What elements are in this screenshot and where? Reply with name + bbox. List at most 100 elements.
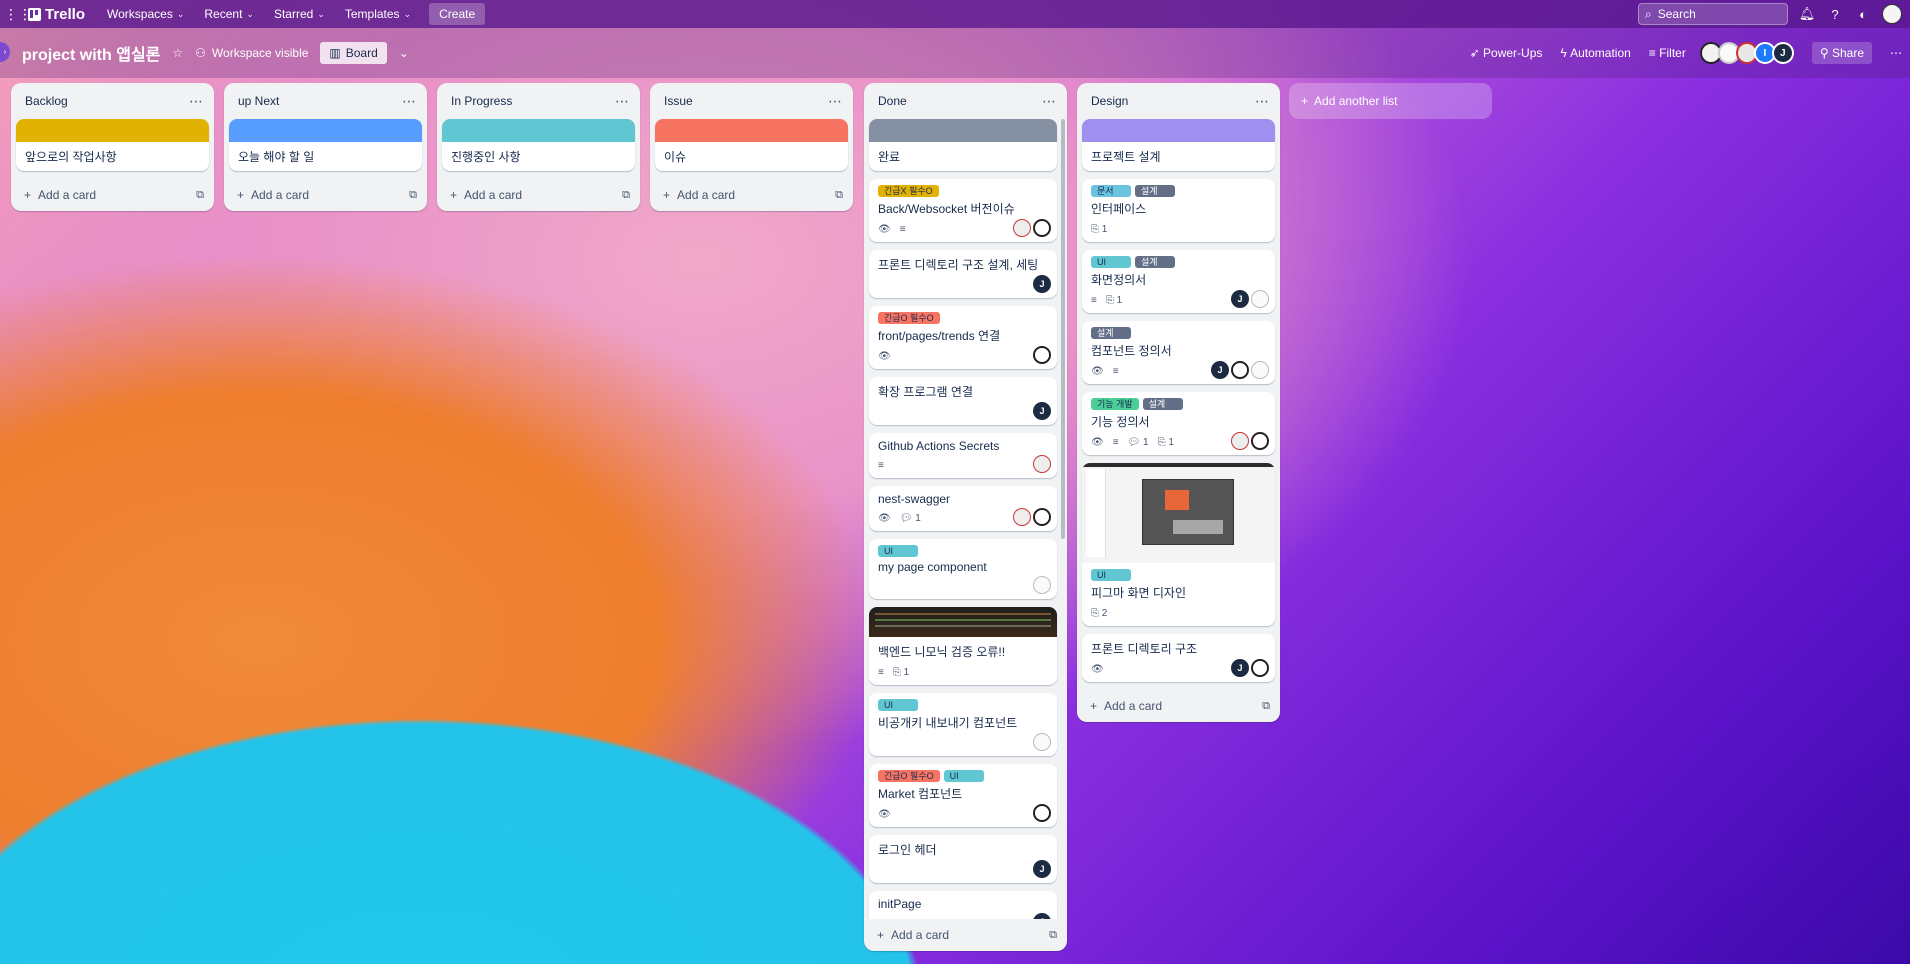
card[interactable]: 프론트 디렉토리 구조 👁︎ J (1082, 634, 1275, 682)
member-avatar[interactable] (1033, 804, 1051, 822)
board-view-button[interactable]: ▥ Board (320, 42, 387, 64)
card-template-icon[interactable]: ⧉ (1262, 700, 1270, 713)
account-avatar[interactable] (1882, 4, 1902, 24)
add-card-button[interactable]: + Add a card ⧉ (864, 919, 1067, 951)
card[interactable]: UI my page component (869, 539, 1057, 599)
list-title[interactable]: Design (1091, 94, 1128, 108)
theme-toggle-icon[interactable]: ◐ (1854, 7, 1872, 22)
search-input[interactable]: ⌕ Search (1638, 3, 1788, 25)
card[interactable]: 긴급X 필수O Back/Websocket 버전이슈 👁︎ ≡ (869, 179, 1057, 242)
member-avatar[interactable] (1231, 361, 1249, 379)
add-list-button[interactable]: + Add another list (1289, 83, 1492, 119)
member-avatar[interactable] (1033, 455, 1051, 473)
add-card-button[interactable]: + Add a card ⧉ (650, 179, 853, 211)
list-title[interactable]: Issue (664, 94, 693, 108)
visibility-button[interactable]: ⚇ Workspace visible (195, 46, 308, 60)
nav-starred[interactable]: Starred ⌄ (266, 3, 333, 25)
list-header[interactable]: up Next ⋯ (224, 83, 427, 119)
app-switcher-icon[interactable]: ⋮⋮ (4, 6, 32, 23)
nav-templates[interactable]: Templates ⌄ (337, 3, 419, 25)
member-avatar[interactable] (1251, 659, 1269, 677)
list-scrollbar[interactable] (1061, 119, 1065, 539)
card[interactable]: 긴급O 필수O UI Market 컴포넌트 👁︎ (869, 764, 1057, 827)
member-avatar[interactable] (1251, 361, 1269, 379)
card[interactable]: initPage J (869, 891, 1057, 919)
member-avatar[interactable] (1033, 508, 1051, 526)
card[interactable]: nest-swagger 👁︎ 💬︎ 1 (869, 486, 1057, 531)
list-title[interactable]: Backlog (25, 94, 68, 108)
list-title[interactable]: In Progress (451, 94, 512, 108)
card[interactable]: 앞으로의 작업사항 (16, 119, 209, 171)
list-title[interactable]: Done (878, 94, 907, 108)
list-menu-icon[interactable]: ⋯ (615, 93, 630, 110)
member-avatar[interactable] (1013, 508, 1031, 526)
member-avatar[interactable] (1033, 219, 1051, 237)
member-avatar[interactable]: J (1771, 42, 1794, 64)
automation-button[interactable]: ϟ Automation (1560, 46, 1630, 60)
trello-logo[interactable]: Trello (28, 6, 85, 23)
member-avatar[interactable]: J (1033, 860, 1051, 878)
card[interactable]: UI 설계 화면정의서 ≡ ⎘ 1 J (1082, 250, 1275, 313)
help-icon[interactable]: ? (1826, 7, 1844, 22)
card[interactable]: 프론트 디렉토리 구조 설계, 세팅 J (869, 250, 1057, 298)
list-menu-icon[interactable]: ⋯ (402, 93, 417, 110)
list-menu-icon[interactable]: ⋯ (189, 93, 204, 110)
member-avatar[interactable] (1013, 219, 1031, 237)
sidebar-expand-icon[interactable]: › (0, 42, 10, 62)
filter-button[interactable]: ≡ Filter (1649, 46, 1686, 60)
card-template-icon[interactable]: ⧉ (1049, 929, 1057, 942)
list-header[interactable]: Design ⋯ (1077, 83, 1280, 119)
member-avatar[interactable]: J (1033, 913, 1051, 919)
nav-workspaces[interactable]: Workspaces ⌄ (99, 3, 192, 25)
chevron-down-icon[interactable]: ⌄ (399, 46, 409, 60)
nav-recent[interactable]: Recent ⌄ (196, 3, 262, 25)
list-menu-icon[interactable]: ⋯ (828, 93, 843, 110)
share-button[interactable]: ⚲ Share (1811, 42, 1872, 64)
card-template-icon[interactable]: ⧉ (196, 189, 204, 202)
card[interactable]: 문서 설계 인터페이스 ⎘ 1 (1082, 179, 1275, 242)
list-menu-icon[interactable]: ⋯ (1042, 93, 1057, 110)
card-template-icon[interactable]: ⧉ (622, 189, 630, 202)
card[interactable]: 진행중인 사항 (442, 119, 635, 171)
member-avatar[interactable]: J (1033, 275, 1051, 293)
board-title[interactable]: project with 앱실론 (22, 41, 160, 65)
member-avatar[interactable] (1231, 432, 1249, 450)
add-card-button[interactable]: + Add a card ⧉ (437, 179, 640, 211)
member-avatar[interactable]: J (1231, 659, 1249, 677)
card[interactable]: 이슈 (655, 119, 848, 171)
list-title[interactable]: up Next (238, 94, 279, 108)
card[interactable]: Github Actions Secrets ≡ (869, 433, 1057, 478)
more-options-icon[interactable]: ⋯ (1890, 46, 1902, 60)
member-avatar[interactable] (1251, 432, 1269, 450)
card[interactable]: 로그인 헤더 J (869, 835, 1057, 883)
card[interactable]: UI 피그마 화면 디자인 ⎘ 2 (1082, 463, 1275, 626)
card-template-icon[interactable]: ⧉ (835, 189, 843, 202)
list-menu-icon[interactable]: ⋯ (1255, 93, 1270, 110)
add-card-button[interactable]: + Add a card ⧉ (1077, 690, 1280, 722)
create-button[interactable]: Create (429, 3, 486, 25)
list-header[interactable]: Done ⋯ (864, 83, 1067, 119)
add-card-button[interactable]: + Add a card ⧉ (224, 179, 427, 211)
member-avatar[interactable] (1033, 733, 1051, 751)
member-avatar[interactable] (1033, 346, 1051, 364)
card[interactable]: 기능 개발 설계 기능 정의서 👁︎ ≡ 💬︎ 1 ⎘ 1 (1082, 392, 1275, 455)
card-template-icon[interactable]: ⧉ (409, 189, 417, 202)
member-avatar[interactable]: J (1211, 361, 1229, 379)
list-header[interactable]: In Progress ⋯ (437, 83, 640, 119)
member-avatar[interactable] (1033, 576, 1051, 594)
notifications-icon[interactable]: 🔔︎ (1798, 6, 1816, 22)
power-ups-button[interactable]: ➶ Power-Ups (1470, 46, 1543, 60)
member-avatar[interactable]: J (1231, 290, 1249, 308)
card[interactable]: 오늘 해야 할 일 (229, 119, 422, 171)
card[interactable]: 확장 프로그램 연결 J (869, 377, 1057, 425)
card[interactable]: 완료 (869, 119, 1057, 171)
star-board-icon[interactable]: ☆ (172, 46, 183, 60)
card[interactable]: UI 비공개키 내보내기 컴포넌트 (869, 693, 1057, 756)
card[interactable]: 프로젝트 설계 (1082, 119, 1275, 171)
card[interactable]: 설계 컴포넌트 정의서 👁︎ ≡ J (1082, 321, 1275, 384)
list-header[interactable]: Backlog ⋯ (11, 83, 214, 119)
card[interactable]: 긴급O 필수O front/pages/trends 연결 👁︎ (869, 306, 1057, 369)
member-avatar[interactable]: J (1033, 402, 1051, 420)
card[interactable]: 백엔드 니모닉 검증 오류!! ≡ ⎘ 1 (869, 607, 1057, 685)
member-avatar[interactable] (1251, 290, 1269, 308)
